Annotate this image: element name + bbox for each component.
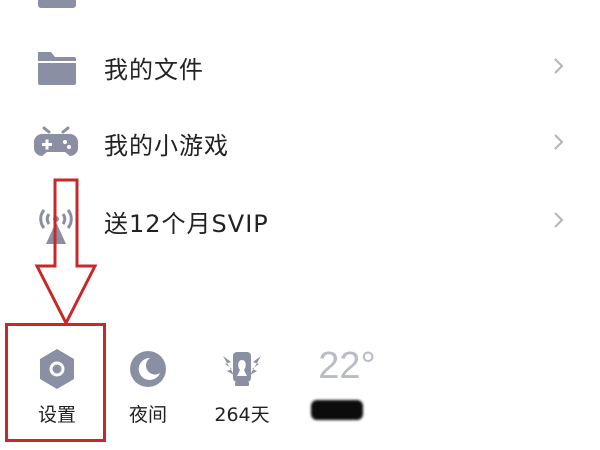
weather-temperature[interactable]: 22° — [302, 345, 392, 388]
chevron-right-icon — [554, 212, 564, 228]
moon-icon — [130, 351, 166, 387]
cut-off-menu-item[interactable] — [0, 0, 600, 14]
menu-item-svip-gift[interactable]: 送12个月SVIP — [0, 186, 600, 256]
folder-icon — [38, 52, 76, 85]
menu-item-mini-games[interactable]: 我的小游戏 — [0, 108, 600, 178]
toolbar-checkin-days[interactable]: 264天 — [197, 340, 287, 440]
toolbar-label: 264天 — [214, 404, 270, 426]
chevron-right-icon — [554, 134, 564, 150]
broadcast-tower-icon — [39, 209, 73, 244]
menu-item-label: 送12个月SVIP — [104, 210, 269, 238]
menu-item-my-files[interactable]: 我的文件 — [0, 32, 600, 102]
winged-badge-icon — [223, 352, 261, 386]
toolbar-label: 夜间 — [128, 404, 167, 426]
screen: 我的文件 我的小游戏 送12个月SVIP 设置 夜间 264天 22° — [0, 0, 600, 450]
redacted-location — [311, 400, 363, 420]
cut-off-icon — [38, 0, 76, 8]
menu-item-label: 我的小游戏 — [104, 132, 229, 160]
hexagon-settings-icon — [40, 349, 74, 389]
toolbar-label: 设置 — [37, 404, 76, 426]
chevron-right-icon — [554, 58, 564, 74]
menu-item-label: 我的文件 — [104, 56, 204, 84]
toolbar-night-mode[interactable]: 夜间 — [103, 340, 193, 440]
toolbar-settings[interactable]: 设置 — [12, 340, 102, 440]
gamepad-icon — [34, 126, 78, 156]
